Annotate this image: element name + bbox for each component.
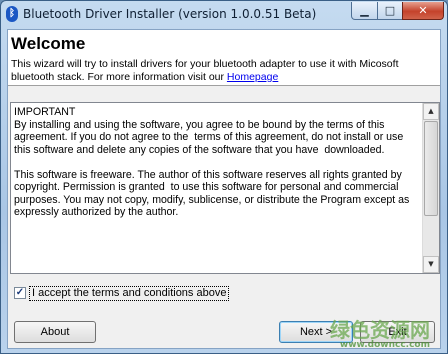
scroll-thumb[interactable]: [424, 121, 438, 216]
minimize-button[interactable]: ▁: [351, 2, 378, 20]
close-button[interactable]: ✕: [402, 2, 444, 20]
window-title: Bluetooth Driver Installer (version 1.0.…: [23, 7, 317, 21]
next-button[interactable]: Next >: [279, 321, 353, 343]
welcome-header: Welcome This wizard will try to install …: [8, 30, 440, 86]
title-bar[interactable]: ᛒ Bluetooth Driver Installer (version 1.…: [1, 1, 447, 27]
intro-text-body: This wizard will try to install drivers …: [11, 58, 399, 83]
checkbox-check-icon[interactable]: ✓: [14, 287, 26, 299]
vertical-scrollbar[interactable]: ▲ ▼: [422, 103, 439, 273]
intro-text: This wizard will try to install drivers …: [11, 58, 436, 84]
homepage-link[interactable]: Homepage: [227, 71, 278, 83]
license-textbox[interactable]: IMPORTANT By installing and using the so…: [10, 102, 440, 274]
about-button[interactable]: About: [14, 321, 96, 343]
license-text: IMPORTANT By installing and using the so…: [14, 106, 410, 218]
scroll-down-icon[interactable]: ▼: [423, 256, 439, 273]
exit-button[interactable]: Exit: [360, 321, 435, 343]
page-title: Welcome: [11, 34, 86, 53]
installer-window: ᛒ Bluetooth Driver Installer (version 1.…: [0, 0, 448, 354]
dialog-client-area: Welcome This wizard will try to install …: [7, 29, 441, 350]
maximize-button[interactable]: □: [377, 2, 403, 20]
scroll-up-icon[interactable]: ▲: [423, 103, 439, 120]
accept-terms-label[interactable]: I accept the terms and conditions above: [29, 286, 230, 301]
bluetooth-icon: ᛒ: [6, 6, 18, 22]
